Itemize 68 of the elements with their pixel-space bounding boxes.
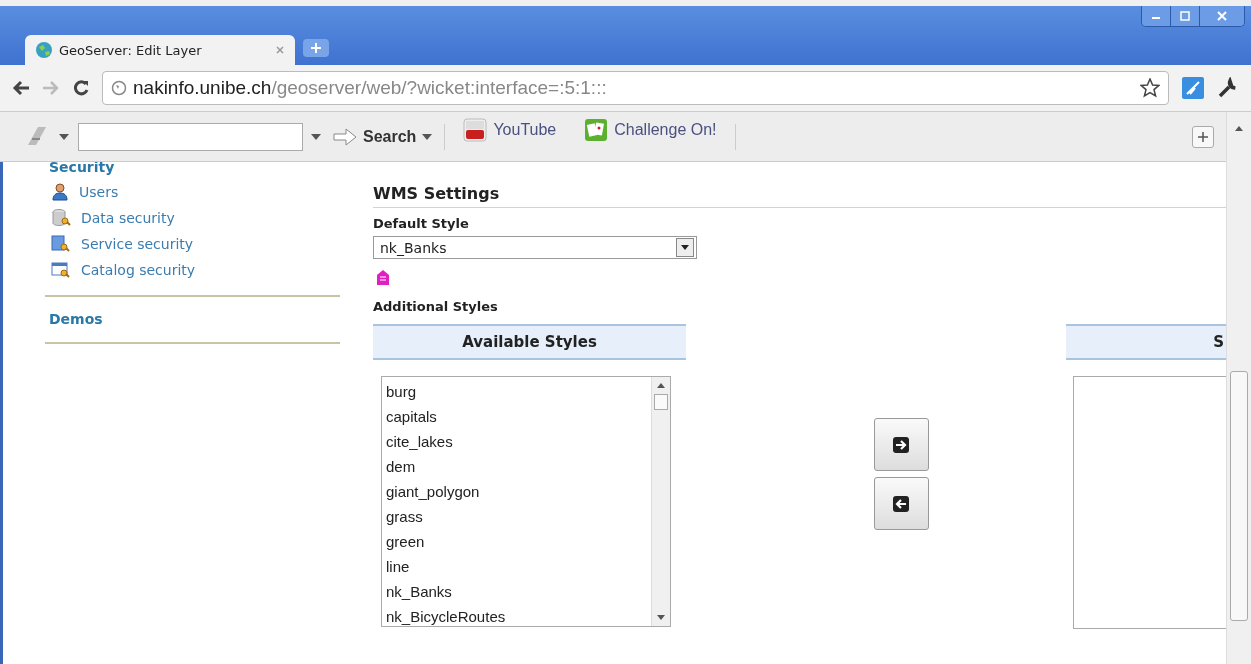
toolbar-search-field[interactable] [78, 122, 303, 151]
remove-style-button[interactable] [873, 477, 929, 530]
caret-icon [422, 133, 433, 140]
sidebar-link[interactable]: Catalog security [81, 262, 196, 278]
list-option[interactable]: burg [386, 379, 651, 404]
list-option[interactable]: nk_Banks [386, 579, 651, 604]
list-header: Available Styles [373, 324, 686, 360]
database-key-icon [51, 209, 71, 227]
field-label: Default Style [373, 216, 470, 231]
field-label: Additional Styles [373, 299, 499, 314]
window-key-icon [51, 261, 71, 279]
close-icon [1217, 11, 1227, 21]
add-style-button[interactable] [873, 418, 929, 471]
tab-title: GeoServer: Edit Layer [59, 42, 203, 58]
minimize-button[interactable] [1142, 6, 1171, 26]
right-arrow-icon [893, 436, 909, 453]
scroll-up-icon[interactable] [1235, 126, 1243, 131]
caret-icon [681, 245, 689, 250]
close-icon[interactable] [275, 45, 285, 55]
scroll-down-icon[interactable] [657, 615, 665, 620]
video-icon[interactable] [463, 118, 488, 142]
new-tab-button[interactable] [303, 39, 329, 57]
maximize-button[interactable] [1171, 6, 1200, 26]
sidebar-link[interactable]: Data security [81, 210, 175, 226]
dropdown-arrow-icon[interactable] [58, 133, 70, 140]
scrollbar[interactable] [651, 377, 670, 626]
reload-icon[interactable] [72, 79, 90, 97]
sidebar-link[interactable]: Users [79, 184, 119, 200]
star-icon[interactable] [1140, 78, 1160, 98]
search-button[interactable]: Search [329, 125, 437, 148]
house-icon [377, 269, 389, 285]
scroll-thumb[interactable] [654, 394, 668, 410]
wrench-icon[interactable] [1217, 77, 1239, 99]
playing-cards-icon[interactable] [584, 118, 609, 142]
styles-listbox[interactable]: burg capitals cite_lakes dem giant_polygon grass green line nk_Banks nk_BicycleRoutes [381, 376, 671, 627]
list-option[interactable]: green [386, 529, 651, 554]
dropdown-arrow-icon[interactable] [311, 133, 321, 140]
list-option[interactable]: capitals [386, 404, 651, 429]
list-option[interactable]: line [386, 554, 651, 579]
maximize-icon [1180, 11, 1190, 21]
scrollbar[interactable] [1226, 112, 1251, 664]
browser-tab[interactable]: GeoServer: Edit Layer [25, 35, 295, 65]
bookmark[interactable]: YouTube [453, 118, 567, 142]
user-icon [51, 183, 69, 201]
section-title: WMS Settings [373, 184, 1226, 208]
page-key-icon [51, 235, 71, 253]
bookmark[interactable]: Challenge On! [574, 118, 727, 142]
arrow-icon [333, 127, 357, 146]
url-text: nakinfo.unibe.ch/geoserver/web/?wicket:interface=:5:1::: [133, 77, 608, 99]
left-arrow-icon [893, 495, 909, 512]
plus-icon [311, 43, 321, 53]
extension-icon[interactable] [1181, 76, 1205, 100]
back-icon[interactable] [12, 80, 30, 96]
list-option[interactable]: giant_polygon [386, 479, 651, 504]
address-bar[interactable]: nakinfo.unibe.ch/geoserver/web/?wicket:interface=:5:1::: [102, 71, 1169, 105]
list-option[interactable]: grass [386, 504, 651, 529]
sidebar-link[interactable]: Service security [81, 236, 194, 252]
style-dropdown[interactable]: nk_Banks [373, 236, 697, 259]
list-option[interactable]: nk_BicycleRoutes [386, 604, 651, 629]
list-header: S [1066, 324, 1226, 360]
sidebar-section[interactable]: Demos [49, 311, 103, 327]
add-button[interactable] [1192, 125, 1214, 148]
section-heading: Security [49, 162, 116, 175]
scroll-thumb[interactable] [1230, 371, 1248, 621]
scroll-up-icon[interactable] [657, 383, 665, 388]
list-option[interactable]: dem [386, 454, 651, 479]
plus-icon [1198, 131, 1208, 142]
list-option[interactable]: cite_lakes [386, 429, 651, 454]
